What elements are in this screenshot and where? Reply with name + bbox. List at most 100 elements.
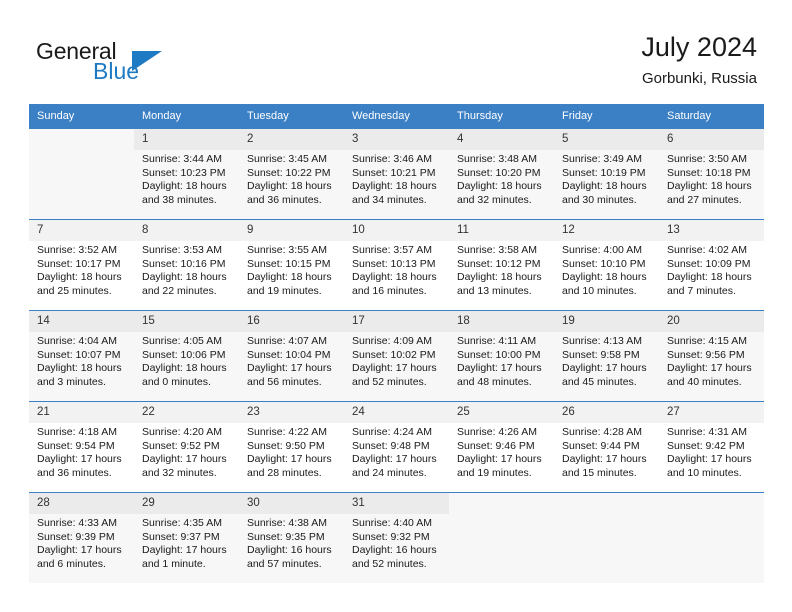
day-number: 9 (239, 220, 344, 241)
day-astronomy-info: Sunrise: 4:02 AM Sunset: 10:09 PM Daylight… (659, 241, 764, 298)
day-astronomy-info: Sunrise: 4:00 AM Sunset: 10:10 PM Daylight… (554, 241, 659, 298)
calendar-day-cell[interactable]: 12 Sunrise: 4:00 AM Sunset: 10:10 PM Daylig… (554, 219, 659, 311)
calendar-day-cell[interactable]: 25 Sunrise: 4:26 AM Sunset: 9:46 PM Dayligh… (449, 401, 554, 493)
calendar-day-cell[interactable]: 18 Sunrise: 4:11 AM Sunset: 10:00 PM Daylig… (449, 310, 554, 402)
sunrise-text: Sunrise: 3:45 AM (247, 153, 327, 165)
day-astronomy-info: Sunrise: 4:04 AM Sunset: 10:07 PM Daylight… (29, 332, 134, 389)
sunset-text: Sunset: 10:06 PM (142, 348, 226, 361)
daylight-text-line1: Daylight: 18 hours (142, 362, 227, 375)
calendar-day-cell[interactable]: 30 Sunrise: 4:38 AM Sunset: 9:35 PM Dayligh… (239, 492, 344, 583)
day-number: 13 (659, 220, 764, 241)
daylight-text-line2: and 34 minutes. (352, 193, 427, 206)
calendar-day-cell[interactable]: 31 Sunrise: 4:40 AM Sunset: 9:32 PM Dayligh… (344, 492, 449, 583)
calendar-day-cell[interactable]: 13 Sunrise: 4:02 AM Sunset: 10:09 PM Daylig… (659, 219, 764, 311)
calendar-day-cell[interactable]: 29 Sunrise: 4:35 AM Sunset: 9:37 PM Dayligh… (134, 492, 239, 583)
sunrise-text: Sunrise: 3:57 AM (352, 244, 432, 256)
day-astronomy-info: Sunrise: 3:53 AM Sunset: 10:16 PM Daylight… (134, 241, 239, 298)
calendar-day-cell[interactable]: 3 Sunrise: 3:46 AM Sunset: 10:21 PM Dayligh… (344, 128, 449, 220)
calendar-day-cell[interactable]: 5 Sunrise: 3:49 AM Sunset: 10:19 PM Dayligh… (554, 128, 659, 220)
day-cell-content: 10 Sunrise: 3:57 AM Sunset: 10:13 PM Daylig… (344, 220, 449, 310)
calendar-week-row: 14 Sunrise: 4:04 AM Sunset: 10:07 PM Daylig… (29, 310, 764, 402)
sunset-text: Sunset: 9:39 PM (37, 530, 115, 543)
daylight-text-line2: and 13 minutes. (457, 284, 532, 297)
calendar-day-cell[interactable]: 15 Sunrise: 4:05 AM Sunset: 10:06 PM Daylig… (134, 310, 239, 402)
day-cell-content: 21 Sunrise: 4:18 AM Sunset: 9:54 PM Dayligh… (29, 402, 134, 492)
sunset-text: Sunset: 10:19 PM (562, 166, 646, 179)
day-cell-content: 9 Sunrise: 3:55 AM Sunset: 10:15 PM Dayligh… (239, 220, 344, 310)
calendar-day-cell[interactable]: 19 Sunrise: 4:13 AM Sunset: 9:58 PM Dayligh… (554, 310, 659, 402)
sunset-text: Sunset: 10:23 PM (142, 166, 226, 179)
daylight-text-line1: Daylight: 17 hours (562, 453, 647, 466)
day-astronomy-info: Sunrise: 4:35 AM Sunset: 9:37 PM Daylight:… (134, 514, 239, 571)
sunrise-text: Sunrise: 4:24 AM (352, 426, 432, 438)
day-number: 29 (134, 493, 239, 514)
calendar-day-cell[interactable]: 6 Sunrise: 3:50 AM Sunset: 10:18 PM Dayligh… (659, 128, 764, 220)
daylight-text-line2: and 48 minutes. (457, 375, 532, 388)
daylight-text-line1: Daylight: 18 hours (352, 271, 437, 284)
weekday-header-saturday: Saturday (659, 104, 764, 129)
sunset-text: Sunset: 10:12 PM (457, 257, 541, 270)
day-cell-content: 25 Sunrise: 4:26 AM Sunset: 9:46 PM Dayligh… (449, 402, 554, 492)
sunrise-text: Sunrise: 3:49 AM (562, 153, 642, 165)
day-astronomy-info: Sunrise: 4:07 AM Sunset: 10:04 PM Daylight… (239, 332, 344, 389)
day-cell-empty (554, 493, 659, 583)
sunset-text: Sunset: 10:09 PM (667, 257, 751, 270)
calendar-day-cell[interactable]: 23 Sunrise: 4:22 AM Sunset: 9:50 PM Dayligh… (239, 401, 344, 493)
calendar-day-cell[interactable]: 8 Sunrise: 3:53 AM Sunset: 10:16 PM Dayligh… (134, 219, 239, 311)
daylight-text-line2: and 25 minutes. (37, 284, 112, 297)
sunrise-text: Sunrise: 3:48 AM (457, 153, 537, 165)
daylight-text-line2: and 1 minute. (142, 557, 206, 570)
calendar-day-cell[interactable]: 24 Sunrise: 4:24 AM Sunset: 9:48 PM Dayligh… (344, 401, 449, 493)
calendar-day-cell[interactable]: 20 Sunrise: 4:15 AM Sunset: 9:56 PM Dayligh… (659, 310, 764, 402)
day-cell-content: 27 Sunrise: 4:31 AM Sunset: 9:42 PM Dayligh… (659, 402, 764, 492)
sunset-text: Sunset: 10:20 PM (457, 166, 541, 179)
day-astronomy-info: Sunrise: 4:11 AM Sunset: 10:00 PM Daylight… (449, 332, 554, 389)
day-number: 17 (344, 311, 449, 332)
day-cell-content: 23 Sunrise: 4:22 AM Sunset: 9:50 PM Dayligh… (239, 402, 344, 492)
day-astronomy-info: Sunrise: 3:57 AM Sunset: 10:13 PM Daylight… (344, 241, 449, 298)
daylight-text-line1: Daylight: 18 hours (142, 180, 227, 193)
calendar-day-cell[interactable]: 22 Sunrise: 4:20 AM Sunset: 9:52 PM Dayligh… (134, 401, 239, 493)
day-astronomy-info: Sunrise: 3:58 AM Sunset: 10:12 PM Daylight… (449, 241, 554, 298)
calendar-day-cell[interactable]: 10 Sunrise: 3:57 AM Sunset: 10:13 PM Daylig… (344, 219, 449, 311)
day-cell-content: 1 Sunrise: 3:44 AM Sunset: 10:23 PM Dayligh… (134, 129, 239, 219)
calendar-day-cell[interactable]: 16 Sunrise: 4:07 AM Sunset: 10:04 PM Daylig… (239, 310, 344, 402)
sunrise-text: Sunrise: 4:07 AM (247, 335, 327, 347)
day-number: 21 (29, 402, 134, 423)
calendar-day-cell[interactable]: 9 Sunrise: 3:55 AM Sunset: 10:15 PM Dayligh… (239, 219, 344, 311)
calendar-day-cell[interactable]: 2 Sunrise: 3:45 AM Sunset: 10:22 PM Dayligh… (239, 128, 344, 220)
day-astronomy-info: Sunrise: 3:46 AM Sunset: 10:21 PM Daylight… (344, 150, 449, 207)
calendar-day-cell[interactable]: 4 Sunrise: 3:48 AM Sunset: 10:20 PM Dayligh… (449, 128, 554, 220)
calendar-day-cell[interactable]: 27 Sunrise: 4:31 AM Sunset: 9:42 PM Dayligh… (659, 401, 764, 493)
day-number: 15 (134, 311, 239, 332)
day-number: 14 (29, 311, 134, 332)
day-number: 19 (554, 311, 659, 332)
day-astronomy-info: Sunrise: 4:40 AM Sunset: 9:32 PM Daylight:… (344, 514, 449, 571)
day-cell-content: 8 Sunrise: 3:53 AM Sunset: 10:16 PM Dayligh… (134, 220, 239, 310)
calendar-day-cell (29, 128, 134, 220)
sunset-text: Sunset: 9:54 PM (37, 439, 115, 452)
sunset-text: Sunset: 10:00 PM (457, 348, 541, 361)
daylight-text-line2: and 16 minutes. (352, 284, 427, 297)
calendar-day-cell[interactable]: 28 Sunrise: 4:33 AM Sunset: 9:39 PM Dayligh… (29, 492, 134, 583)
day-astronomy-info: Sunrise: 4:13 AM Sunset: 9:58 PM Daylight:… (554, 332, 659, 389)
calendar-day-cell[interactable]: 21 Sunrise: 4:18 AM Sunset: 9:54 PM Dayligh… (29, 401, 134, 493)
day-cell-content: 24 Sunrise: 4:24 AM Sunset: 9:48 PM Dayligh… (344, 402, 449, 492)
general-blue-logo: General Blue (36, 38, 256, 88)
daylight-text-line1: Daylight: 17 hours (457, 362, 542, 375)
calendar-day-cell[interactable]: 26 Sunrise: 4:28 AM Sunset: 9:44 PM Dayligh… (554, 401, 659, 493)
day-astronomy-info: Sunrise: 4:05 AM Sunset: 10:06 PM Daylight… (134, 332, 239, 389)
day-number: 24 (344, 402, 449, 423)
day-number: 7 (29, 220, 134, 241)
calendar-day-cell[interactable]: 11 Sunrise: 3:58 AM Sunset: 10:12 PM Daylig… (449, 219, 554, 311)
calendar-day-cell[interactable]: 17 Sunrise: 4:09 AM Sunset: 10:02 PM Daylig… (344, 310, 449, 402)
calendar-day-cell[interactable]: 7 Sunrise: 3:52 AM Sunset: 10:17 PM Dayligh… (29, 219, 134, 311)
day-cell-content: 7 Sunrise: 3:52 AM Sunset: 10:17 PM Dayligh… (29, 220, 134, 310)
day-astronomy-info: Sunrise: 4:31 AM Sunset: 9:42 PM Daylight:… (659, 423, 764, 480)
daylight-text-line1: Daylight: 17 hours (247, 362, 332, 375)
day-number: 10 (344, 220, 449, 241)
calendar-day-cell[interactable]: 14 Sunrise: 4:04 AM Sunset: 10:07 PM Daylig… (29, 310, 134, 402)
day-cell-content: 6 Sunrise: 3:50 AM Sunset: 10:18 PM Dayligh… (659, 129, 764, 219)
day-number (554, 493, 659, 501)
calendar-day-cell[interactable]: 1 Sunrise: 3:44 AM Sunset: 10:23 PM Dayligh… (134, 128, 239, 220)
